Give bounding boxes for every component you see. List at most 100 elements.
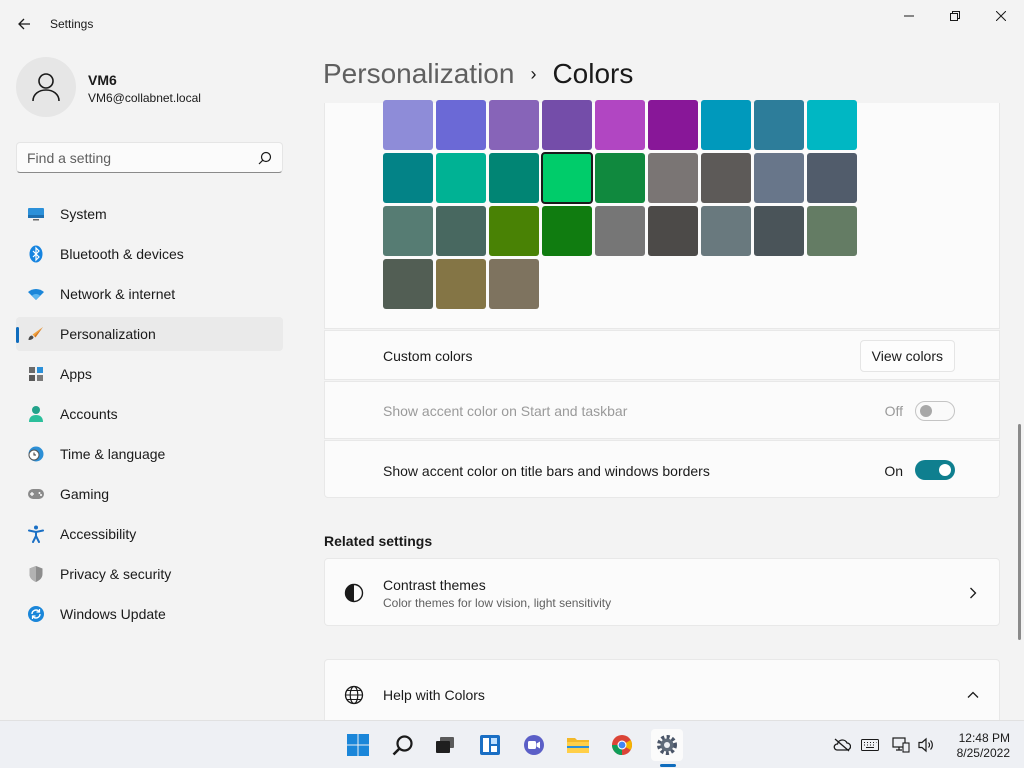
breadcrumb: Personalization › Colors xyxy=(323,58,633,90)
sidebar-item-label: Windows Update xyxy=(60,606,166,622)
accent-color-swatch[interactable] xyxy=(383,206,433,256)
sidebar-item-personalization[interactable]: Personalization xyxy=(16,317,283,351)
sidebar-item-label: Time & language xyxy=(60,446,166,462)
accent-color-swatch[interactable] xyxy=(436,206,486,256)
network-icon[interactable] xyxy=(891,735,911,755)
windows-start-icon[interactable] xyxy=(342,729,374,761)
sidebar-item-accessibility[interactable]: Accessibility xyxy=(16,517,283,551)
sidebar-item-time-language[interactable]: Time & language xyxy=(16,437,283,471)
close-icon xyxy=(996,11,1006,21)
accent-color-swatch[interactable] xyxy=(542,206,592,256)
sidebar-item-label: Accessibility xyxy=(60,526,137,542)
accent-title-bars-label: Show accent color on title bars and wind… xyxy=(383,463,710,479)
brush-icon xyxy=(26,324,46,344)
accent-color-swatch[interactable] xyxy=(542,100,592,150)
accent-color-swatch[interactable] xyxy=(754,206,804,256)
settings-gear-icon[interactable] xyxy=(651,729,683,761)
bluetooth-icon xyxy=(26,244,46,264)
toggle-knob xyxy=(920,405,932,417)
accent-color-swatch[interactable] xyxy=(754,153,804,203)
sidebar-item-windows-update[interactable]: Windows Update xyxy=(16,597,283,631)
accent-color-swatch[interactable] xyxy=(595,206,645,256)
widgets-icon[interactable] xyxy=(474,729,506,761)
contrast-themes-card[interactable]: Contrast themes Color themes for low vis… xyxy=(324,558,1000,626)
globe-icon xyxy=(343,684,365,706)
accent-color-swatch[interactable] xyxy=(754,100,804,150)
task-view-icon[interactable] xyxy=(429,729,461,761)
accent-start-taskbar-toggle[interactable] xyxy=(915,401,955,421)
accent-color-swatch[interactable] xyxy=(807,153,857,203)
accent-start-taskbar-row: Show accent color on Start and taskbar O… xyxy=(324,381,1000,439)
accent-color-swatch[interactable] xyxy=(595,100,645,150)
help-with-colors-card[interactable]: Help with Colors xyxy=(324,659,1000,721)
sidebar-item-label: Network & internet xyxy=(60,286,176,302)
maximize-button[interactable] xyxy=(932,0,978,32)
accent-color-swatch[interactable] xyxy=(489,259,539,309)
accent-color-swatch[interactable] xyxy=(807,206,857,256)
sidebar-item-label: Apps xyxy=(60,366,92,382)
clock-globe-icon xyxy=(26,444,46,464)
accent-color-card xyxy=(324,100,1000,329)
accent-color-swatch[interactable] xyxy=(383,259,433,309)
view-colors-button[interactable]: View colors xyxy=(859,340,955,372)
accent-start-taskbar-label: Show accent color on Start and taskbar xyxy=(383,403,628,419)
teams-chat-icon[interactable] xyxy=(518,729,550,761)
accent-color-swatch[interactable] xyxy=(489,206,539,256)
search-input[interactable] xyxy=(27,149,258,166)
accent-color-swatch[interactable] xyxy=(701,153,751,203)
accent-color-swatch[interactable] xyxy=(436,153,486,203)
accent-color-swatch[interactable] xyxy=(489,153,539,203)
related-settings-title: Related settings xyxy=(324,533,433,549)
search-icon[interactable] xyxy=(387,729,419,761)
accent-color-swatch[interactable] xyxy=(648,206,698,256)
accent-color-swatch[interactable] xyxy=(648,100,698,150)
chrome-icon[interactable] xyxy=(606,729,638,761)
help-with-colors-title: Help with Colors xyxy=(383,687,485,703)
accent-title-bars-toggle[interactable] xyxy=(915,460,955,480)
sidebar-item-apps[interactable]: Apps xyxy=(16,357,283,391)
search-icon[interactable] xyxy=(258,151,272,165)
monitor-icon xyxy=(26,204,46,224)
accent-color-swatch[interactable] xyxy=(383,100,433,150)
accent-title-bars-state: On xyxy=(884,463,903,479)
breadcrumb-parent[interactable]: Personalization xyxy=(323,58,514,90)
sidebar-item-accounts[interactable]: Accounts xyxy=(16,397,283,431)
toggle-knob xyxy=(939,464,951,476)
close-button[interactable] xyxy=(978,0,1024,32)
search-box[interactable] xyxy=(16,142,283,173)
taskbar-clock[interactable]: 12:48 PM 8/25/2022 xyxy=(944,731,1010,761)
app-title: Settings xyxy=(50,17,94,31)
sidebar-item-network[interactable]: Network & internet xyxy=(16,277,283,311)
content-scrollbar[interactable] xyxy=(1018,424,1021,640)
accent-color-swatch[interactable] xyxy=(436,259,486,309)
sidebar-item-bluetooth[interactable]: Bluetooth & devices xyxy=(16,237,283,271)
chevron-up-icon[interactable] xyxy=(965,687,981,703)
sidebar-item-privacy[interactable]: Privacy & security xyxy=(16,557,283,591)
accent-color-swatch[interactable] xyxy=(489,100,539,150)
accent-color-swatch[interactable] xyxy=(436,100,486,150)
back-button[interactable] xyxy=(10,10,38,38)
profile-email: VM6@collabnet.local xyxy=(88,91,201,105)
keyboard-icon[interactable] xyxy=(860,735,880,755)
custom-colors-label: Custom colors xyxy=(383,348,473,364)
volume-icon[interactable] xyxy=(916,735,936,755)
sidebar-item-gaming[interactable]: Gaming xyxy=(16,477,283,511)
cloud-offline-icon[interactable] xyxy=(832,735,852,755)
accent-color-swatch[interactable] xyxy=(701,100,751,150)
accent-color-swatch[interactable] xyxy=(807,100,857,150)
accent-color-swatch[interactable] xyxy=(541,152,593,204)
accessibility-icon xyxy=(26,524,46,544)
arrow-left-icon xyxy=(18,18,30,30)
contrast-themes-subtitle: Color themes for low vision, light sensi… xyxy=(383,596,612,610)
file-explorer-icon[interactable] xyxy=(562,729,594,761)
avatar[interactable] xyxy=(16,57,76,117)
person-icon xyxy=(32,73,60,102)
accent-color-swatch[interactable] xyxy=(648,153,698,203)
clock-time: 12:48 PM xyxy=(958,731,1010,745)
accent-color-swatch[interactable] xyxy=(595,153,645,203)
accent-color-swatch[interactable] xyxy=(383,153,433,203)
accent-title-bars-row: Show accent color on title bars and wind… xyxy=(324,440,1000,498)
accent-color-swatch[interactable] xyxy=(701,206,751,256)
minimize-button[interactable] xyxy=(886,0,932,32)
sidebar-item-system[interactable]: System xyxy=(16,197,283,231)
